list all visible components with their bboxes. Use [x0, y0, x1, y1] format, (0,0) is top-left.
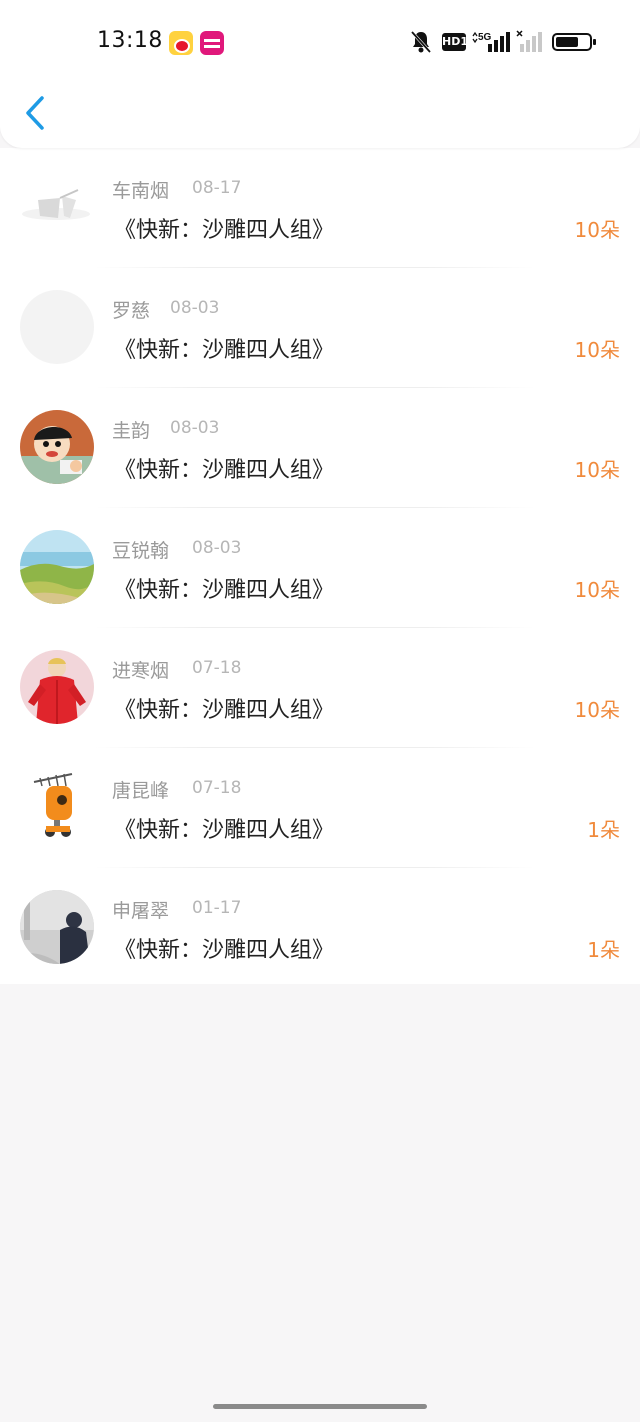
sender-name: 罗慈 [112, 300, 151, 322]
list-item[interactable]: 罗慈 08-03 《快新：沙雕四人组》 10朵 [0, 268, 640, 388]
book-title: 《快新：沙雕四人组》 [114, 938, 335, 963]
blank-avatar [20, 290, 94, 364]
gift-date: 08-03 [170, 298, 220, 318]
landscape-avatar [20, 530, 94, 604]
sender-name: 唐昆峰 [112, 780, 170, 802]
book-title: 《快新：沙雕四人组》 [114, 578, 335, 603]
red-outfit-avatar [20, 650, 94, 724]
list-item[interactable]: 进寒烟 07-18 《快新：沙雕四人组》 10朵 [0, 628, 640, 748]
status-time: 13:18 [97, 28, 163, 53]
gift-amount: 10朵 [574, 458, 620, 482]
misty-figure-avatar [20, 890, 94, 964]
battery-icon [552, 33, 596, 51]
cartoon-avatar [20, 410, 94, 484]
shop-app-icon [200, 31, 224, 55]
home-indicator[interactable] [213, 1404, 427, 1409]
gift-amount: 10朵 [574, 698, 620, 722]
robot-avatar [20, 770, 94, 844]
gift-date: 01-17 [192, 898, 242, 918]
sender-name: 豆锐翰 [112, 540, 170, 562]
gift-date: 08-17 [192, 178, 242, 198]
bell-muted-icon [410, 30, 432, 54]
hd-icon: HD1 [442, 33, 468, 51]
network-label: 5G [478, 32, 492, 43]
signal-5g-icon: 5G [472, 31, 510, 52]
signal-icon [516, 30, 542, 52]
book-title: 《快新：沙雕四人组》 [114, 458, 335, 483]
gift-amount: 10朵 [574, 578, 620, 602]
sender-name: 车南烟 [112, 180, 170, 202]
gift-date: 08-03 [192, 538, 242, 558]
gift-amount: 1朵 [587, 818, 620, 842]
list-item[interactable]: 唐昆峰 07-18 《快新：沙雕四人组》 1朵 [0, 748, 640, 868]
list-item[interactable]: 豆锐翰 08-03 《快新：沙雕四人组》 10朵 [0, 508, 640, 628]
list-item[interactable]: 圭韵 08-03 《快新：沙雕四人组》 10朵 [0, 388, 640, 508]
top-bar: 13:18 HD1 5G [0, 0, 640, 148]
sketch-avatar [20, 170, 94, 244]
gift-date: 07-18 [192, 658, 242, 678]
sender-name: 申屠翠 [112, 900, 170, 922]
gift-date: 08-03 [170, 418, 220, 438]
sender-name: 圭韵 [112, 420, 151, 442]
book-title: 《快新：沙雕四人组》 [114, 218, 335, 243]
book-title: 《快新：沙雕四人组》 [114, 698, 335, 723]
list-item[interactable]: 车南烟 08-17 《快新：沙雕四人组》 10朵 [0, 148, 640, 268]
list-item[interactable]: 申屠翠 01-17 《快新：沙雕四人组》 1朵 [0, 868, 640, 988]
book-title: 《快新：沙雕四人组》 [114, 818, 335, 843]
gift-list: 车南烟 08-17 《快新：沙雕四人组》 10朵 罗慈 08-03 《快新：沙雕… [0, 148, 640, 984]
gift-amount: 10朵 [574, 218, 620, 242]
weibo-app-icon [169, 31, 193, 55]
gift-date: 07-18 [192, 778, 242, 798]
book-title: 《快新：沙雕四人组》 [114, 338, 335, 363]
gift-amount: 10朵 [574, 338, 620, 362]
chevron-left-icon[interactable] [18, 92, 52, 134]
sender-name: 进寒烟 [112, 660, 170, 682]
gift-amount: 1朵 [587, 938, 620, 962]
